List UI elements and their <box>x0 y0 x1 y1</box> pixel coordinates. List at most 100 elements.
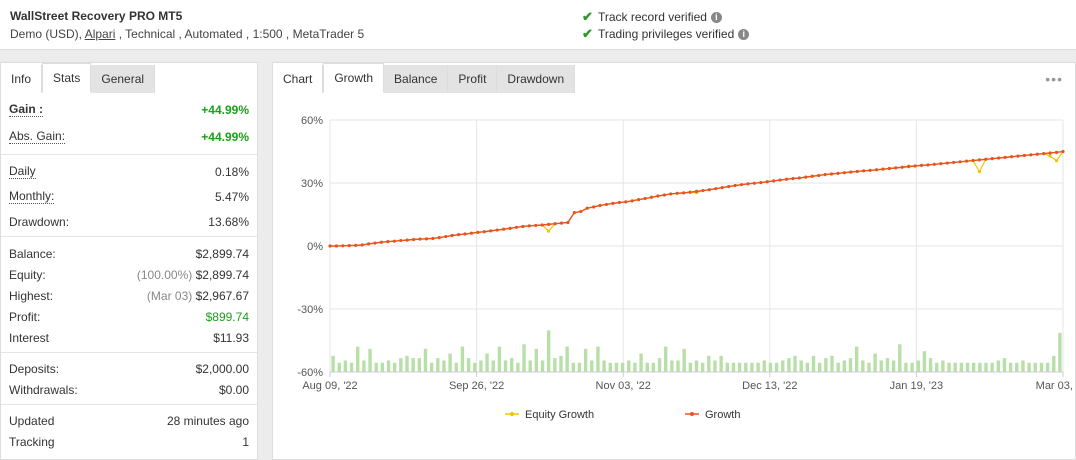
growth-point <box>411 237 416 242</box>
divider <box>1 154 257 155</box>
growth-point <box>900 165 904 169</box>
stat-profit: Profit: $899.74 <box>1 306 257 327</box>
volume-bar <box>861 360 865 372</box>
volume-bar <box>331 355 335 372</box>
growth-point <box>881 167 885 171</box>
volume-bar <box>627 360 631 372</box>
account-prefix: Demo (USD), <box>10 27 85 41</box>
tab-stats[interactable]: Stats <box>42 63 92 93</box>
volume-bar <box>596 346 600 372</box>
growth-point <box>945 161 949 165</box>
volume-bar <box>848 358 853 372</box>
volume-bar <box>423 348 428 372</box>
withdrawals-value: $0.00 <box>218 382 249 397</box>
volume-bar <box>645 362 649 372</box>
growth-point <box>334 244 339 248</box>
volume-bar <box>491 360 495 372</box>
trading-privileges-verified: ✔ Trading privileges verified i <box>582 26 750 42</box>
chart-panel: Chart Growth Balance Profit Drawdown •••… <box>272 62 1076 460</box>
growth-point <box>707 188 711 192</box>
volume-bar <box>978 362 982 372</box>
growth-point <box>469 231 474 235</box>
drawdown-value: 13.68% <box>208 214 249 229</box>
volume-bar <box>436 358 440 372</box>
info-icon[interactable]: i <box>738 28 750 40</box>
growth-point <box>772 179 776 183</box>
volume-bar <box>392 362 397 372</box>
growth-point <box>791 176 795 181</box>
y-tick-label: 30% <box>301 178 323 190</box>
growth-point <box>688 190 692 194</box>
stat-highest: Highest: (Mar 03) $2,967.67 <box>1 285 257 306</box>
stat-deposits: Deposits: $2,000.00 <box>1 358 257 379</box>
deposits-label: Deposits: <box>9 361 60 376</box>
daily-label[interactable]: Daily <box>9 164 36 179</box>
info-icon[interactable]: i <box>710 11 722 23</box>
growth-point <box>746 182 750 186</box>
volume-bar <box>707 355 711 372</box>
tab-profit[interactable]: Profit <box>448 65 498 93</box>
tab-balance[interactable]: Balance <box>384 65 449 93</box>
growth-point <box>836 171 840 175</box>
volume-bar <box>466 358 471 372</box>
volume-bar <box>485 353 489 372</box>
growth-point <box>804 175 808 179</box>
monthly-label[interactable]: Monthly: <box>9 189 55 204</box>
x-tick-label: Aug 09, '22 <box>302 380 357 392</box>
volume-bar <box>959 362 964 372</box>
tab-info[interactable]: Info <box>1 65 43 93</box>
legend-label: Growth <box>705 409 740 421</box>
volume-bar <box>399 358 403 372</box>
growth-point <box>952 160 956 165</box>
stat-balance: Balance: $2,899.74 <box>1 243 257 264</box>
more-options-icon[interactable]: ••• <box>1045 71 1063 87</box>
gain-label[interactable]: Gain : <box>9 102 44 117</box>
growth-point <box>437 236 441 240</box>
growth-point <box>797 176 801 180</box>
volume-bar <box>583 348 588 372</box>
tab-growth[interactable]: Growth <box>323 63 385 93</box>
stats-list: Gain : +44.99% Abs. Gain: +44.99% Daily … <box>1 94 257 452</box>
growth-point <box>714 187 718 191</box>
growth-point <box>1042 152 1046 156</box>
volume-bar <box>854 346 859 372</box>
volume-bar <box>429 362 434 372</box>
volume-bar <box>337 362 341 372</box>
stat-tracking: Tracking 1 <box>1 431 257 452</box>
check-icon: ✔ <box>582 26 593 41</box>
volume-bar <box>497 346 502 372</box>
volume-bar <box>473 362 477 372</box>
volume-bar <box>904 362 908 372</box>
abs-gain-label[interactable]: Abs. Gain: <box>9 129 66 144</box>
growth-point <box>360 243 364 247</box>
growth-point <box>1054 150 1059 154</box>
tab-general[interactable]: General <box>91 65 156 93</box>
volume-bar <box>664 346 668 372</box>
tracking-value: 1 <box>242 434 249 449</box>
growth-point <box>894 166 898 170</box>
growth-point <box>656 194 660 198</box>
growth-line <box>330 150 1064 247</box>
divider <box>1 404 257 405</box>
growth-point <box>855 169 859 174</box>
withdrawals-label: Withdrawals: <box>9 382 78 397</box>
growth-point <box>913 164 917 168</box>
volume-bar <box>620 362 625 372</box>
volume-bar <box>614 362 619 372</box>
growth-point <box>424 237 429 241</box>
broker-link[interactable]: Alpari <box>85 27 116 41</box>
volume-bar <box>688 362 693 372</box>
growth-point <box>386 239 390 244</box>
growth-point <box>579 209 583 214</box>
stat-drawdown: Drawdown: 13.68% <box>1 211 257 232</box>
volume-bar <box>787 358 791 372</box>
tab-chart[interactable]: Chart <box>273 65 324 93</box>
tab-drawdown[interactable]: Drawdown <box>497 65 576 93</box>
growth-point <box>637 197 641 202</box>
drawdown-label: Drawdown: <box>9 214 70 229</box>
growth-point <box>392 239 396 243</box>
volume-bar <box>503 360 508 372</box>
x-tick-label: Sep 26, '22 <box>449 380 504 392</box>
growth-point <box>624 200 628 204</box>
stat-interest: Interest $11.93 <box>1 327 257 348</box>
